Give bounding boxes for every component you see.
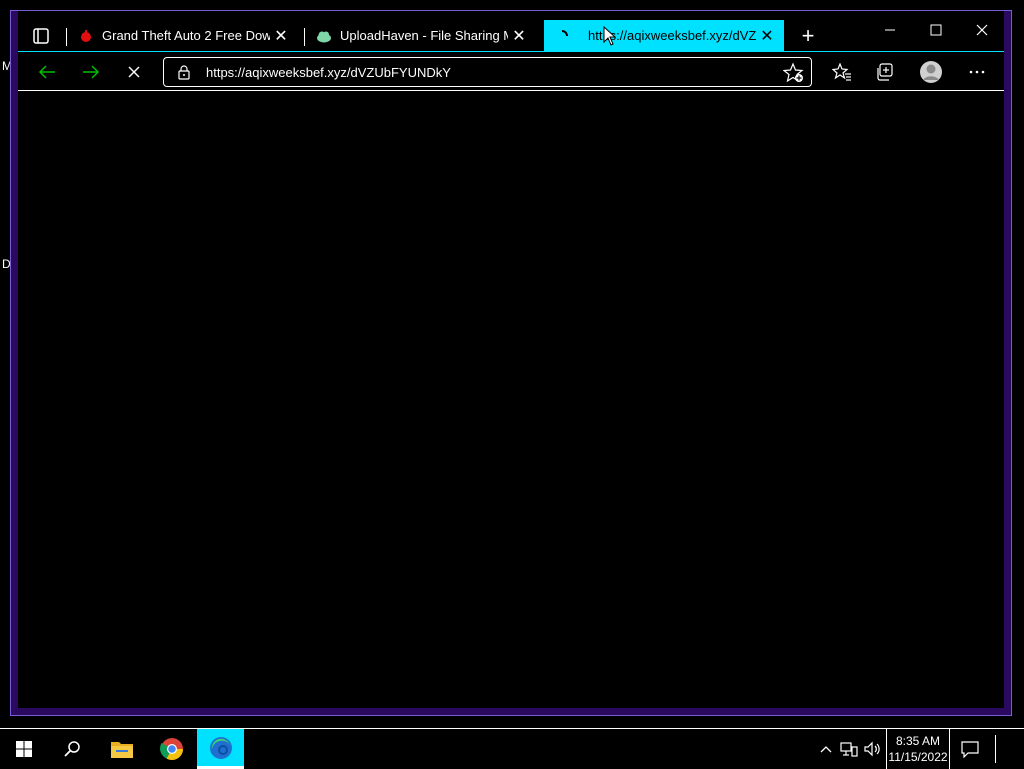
tab-separator	[66, 28, 67, 46]
new-tab-button[interactable]: +	[796, 23, 820, 48]
maximize-icon[interactable]	[913, 15, 959, 45]
show-hidden-icons-chevron-icon[interactable]	[816, 729, 836, 769]
mouse-cursor-icon	[603, 25, 617, 46]
window-border-left	[11, 11, 18, 715]
system-clock[interactable]: 8:35 AM 11/15/2022	[886, 729, 950, 769]
page-content-area[interactable]	[18, 92, 1004, 708]
profile-avatar-icon[interactable]	[916, 57, 946, 87]
loading-favicon-icon	[554, 28, 570, 44]
close-tab-icon[interactable]: ✕	[756, 25, 778, 47]
tab-strip: Grand Theft Auto 2 Free Downlo ✕ UploadH…	[18, 11, 1004, 51]
browser-window: Grand Theft Auto 2 Free Downlo ✕ UploadH…	[10, 10, 1012, 716]
tab-actions-icon[interactable]	[30, 25, 52, 47]
browser-frame: Grand Theft Auto 2 Free Downlo ✕ UploadH…	[18, 11, 1004, 708]
back-arrow-icon[interactable]	[32, 57, 62, 87]
start-icon[interactable]	[0, 729, 48, 769]
close-tab-icon[interactable]: ✕	[508, 25, 530, 47]
close-window-icon[interactable]	[959, 15, 1005, 45]
uploadhaven-favicon-icon	[316, 28, 332, 44]
tab-title: UploadHaven - File Sharing Mad	[340, 28, 508, 43]
window-border-bottom	[11, 708, 1011, 715]
tab-gta[interactable]: Grand Theft Auto 2 Free Downlo ✕	[68, 20, 298, 51]
edge-icon[interactable]	[197, 729, 244, 769]
forward-arrow-icon[interactable]	[76, 57, 106, 87]
clock-time: 8:35 AM	[895, 734, 941, 748]
taskbar: 8:35 AM 11/15/2022	[0, 728, 1024, 769]
tab-separator	[304, 28, 305, 46]
browser-toolbar: https://aqixweeksbef.xyz/dVZUbFYUNDkY	[18, 51, 1004, 91]
stop-loading-icon[interactable]	[119, 57, 149, 87]
file-explorer-icon[interactable]	[98, 729, 146, 769]
minimize-icon[interactable]	[867, 15, 913, 45]
gta-favicon-icon	[78, 28, 94, 44]
favorites-icon[interactable]	[827, 57, 857, 87]
collections-icon[interactable]	[870, 57, 900, 87]
show-desktop-button[interactable]	[996, 729, 1024, 769]
lock-icon[interactable]	[176, 64, 192, 80]
notifications-icon[interactable]	[952, 729, 988, 769]
more-options-icon[interactable]	[962, 57, 992, 87]
tab-uploadhaven[interactable]: UploadHaven - File Sharing Mad ✕	[306, 20, 536, 51]
tab-active[interactable]: https://aqixweeksbef.xyz/dVZUb ✕	[544, 20, 784, 51]
url-text[interactable]: https://aqixweeksbef.xyz/dVZUbFYUNDkY	[206, 65, 451, 80]
network-icon[interactable]	[838, 729, 860, 769]
clock-date: 11/15/2022	[888, 750, 948, 764]
address-bar[interactable]: https://aqixweeksbef.xyz/dVZUbFYUNDkY	[163, 57, 812, 87]
window-border-right	[1004, 11, 1011, 715]
search-icon[interactable]	[48, 729, 96, 769]
close-tab-icon[interactable]: ✕	[270, 25, 292, 47]
tab-title: Grand Theft Auto 2 Free Downlo	[102, 28, 270, 43]
add-favorite-icon[interactable]	[782, 62, 805, 84]
volume-icon[interactable]	[862, 729, 884, 769]
chrome-icon[interactable]	[148, 729, 196, 769]
